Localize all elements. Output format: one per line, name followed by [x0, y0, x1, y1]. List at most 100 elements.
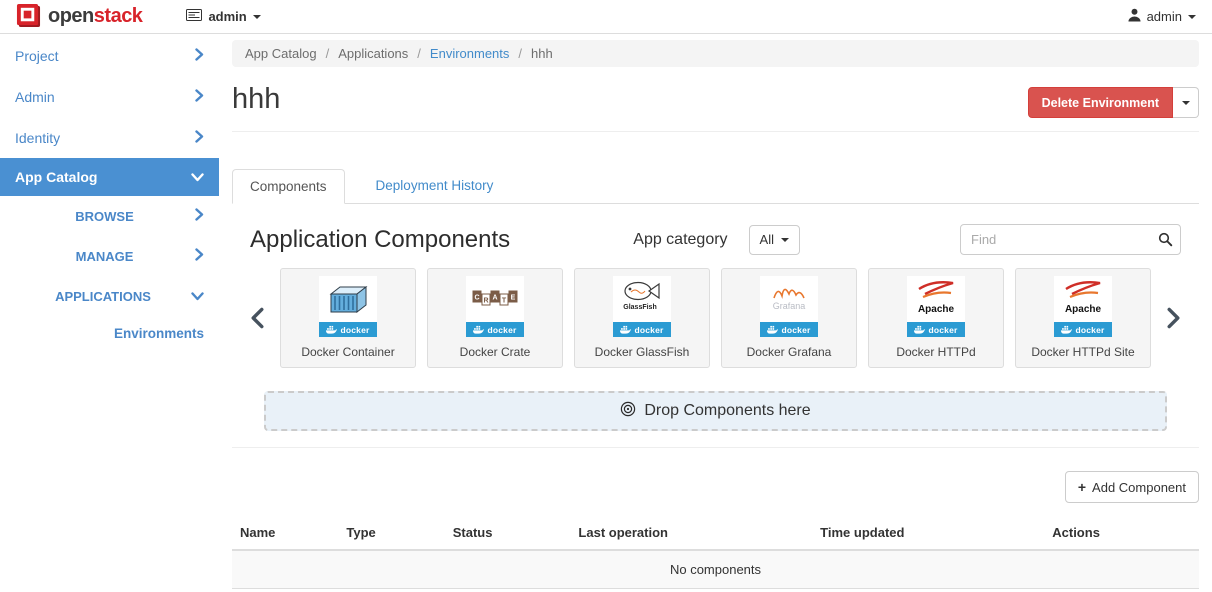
- openstack-logo[interactable]: openstack: [16, 3, 142, 31]
- component-tile[interactable]: Grafana docker Docker Grafana: [721, 268, 857, 368]
- svg-text:GlassFish: GlassFish: [623, 304, 656, 311]
- docker-banner: docker: [1054, 322, 1112, 337]
- sidebar-item-environments[interactable]: Environments: [0, 316, 219, 350]
- openstack-cube-icon: [16, 3, 41, 31]
- find-search: [960, 224, 1181, 255]
- column-header: Status: [445, 517, 571, 550]
- component-logo-art: Apache: [1054, 276, 1112, 322]
- docker-whale-icon: [767, 322, 778, 337]
- chevron-down-icon: [1182, 101, 1190, 105]
- sidebar-item-browse[interactable]: BROWSE: [0, 196, 219, 236]
- tab-deployment-history[interactable]: Deployment History: [359, 169, 511, 203]
- breadcrumb-current: hhh: [531, 46, 553, 61]
- component-tile[interactable]: CRATE docker Docker Crate: [427, 268, 563, 368]
- tab-bar: Components Deployment History: [232, 169, 1199, 204]
- chevron-down-icon: [1188, 15, 1196, 19]
- project-context-switcher[interactable]: admin: [186, 9, 260, 24]
- user-icon: [1128, 8, 1141, 25]
- docker-whale-icon: [326, 322, 337, 337]
- add-component-button[interactable]: + Add Component: [1065, 471, 1199, 503]
- component-tile-label: Docker Grafana: [722, 345, 856, 359]
- svg-text:Apache: Apache: [918, 304, 955, 315]
- chevron-down-icon: [253, 15, 261, 19]
- sidebar-item-app-catalog[interactable]: App Catalog: [0, 158, 219, 196]
- components-table: NameTypeStatusLast operationTime updated…: [232, 517, 1199, 589]
- svg-text:R: R: [483, 298, 488, 305]
- component-logo: Grafana docker: [760, 276, 818, 337]
- sidebar-item-label: BROWSE: [15, 209, 194, 224]
- component-tile[interactable]: Apache docker Docker HTTPd Site: [1015, 268, 1151, 368]
- docker-banner: docker: [907, 322, 965, 337]
- sidebar-item-identity[interactable]: Identity: [0, 117, 219, 158]
- docker-banner: docker: [466, 322, 524, 337]
- carousel-prev-button[interactable]: [250, 307, 280, 329]
- sidebar-item-project[interactable]: Project: [0, 35, 219, 76]
- component-logo: Apache docker: [1054, 276, 1112, 337]
- title-divider: [232, 131, 1199, 132]
- sidebar-item-label: APPLICATIONS: [15, 289, 191, 304]
- table-header-row: NameTypeStatusLast operationTime updated…: [232, 517, 1199, 550]
- chevron-down-icon: [191, 289, 204, 304]
- chevron-right-icon: [194, 89, 204, 105]
- component-tile-label: Docker Container: [281, 345, 415, 359]
- sidebar-item-label: Admin: [15, 89, 55, 105]
- delete-environment-dropdown-toggle[interactable]: [1173, 87, 1199, 118]
- user-menu[interactable]: admin: [1128, 8, 1196, 25]
- docker-whale-icon: [473, 322, 484, 337]
- sidebar-item-label: Environments: [114, 326, 204, 341]
- component-tile-label: Docker Crate: [428, 345, 562, 359]
- docker-banner-label: docker: [1075, 325, 1104, 335]
- breadcrumb-environments-link[interactable]: Environments: [430, 46, 509, 61]
- chevron-right-icon: [194, 130, 204, 146]
- sidebar-item-applications[interactable]: APPLICATIONS: [0, 276, 219, 316]
- tab-components[interactable]: Components: [232, 169, 345, 204]
- chevron-right-icon: [194, 208, 204, 224]
- docker-banner-label: docker: [781, 325, 810, 335]
- app-category-label: App category: [633, 231, 727, 249]
- top-navbar: openstack admin admin: [0, 0, 1212, 34]
- component-tile[interactable]: docker Docker Container: [280, 268, 416, 368]
- chevron-right-icon: [194, 248, 204, 264]
- column-header: Last operation: [570, 517, 812, 550]
- breadcrumb-separator: /: [518, 46, 522, 61]
- component-tile-label: Docker GlassFish: [575, 345, 709, 359]
- sidebar-nav: Project Admin Identity App Catalog BROWS…: [0, 35, 219, 592]
- main-content: App Catalog / Applications / Environment…: [219, 35, 1212, 592]
- search-icon[interactable]: [1158, 232, 1173, 250]
- table-empty-row: No components: [232, 550, 1199, 589]
- sidebar-item-admin[interactable]: Admin: [0, 76, 219, 117]
- component-tile[interactable]: Apache docker Docker HTTPd: [868, 268, 1004, 368]
- svg-text:E: E: [511, 295, 516, 302]
- component-logo-art: CRATE: [466, 276, 524, 322]
- svg-text:A: A: [492, 295, 497, 302]
- component-logo-art: GlassFish: [613, 276, 671, 322]
- application-components-heading: Application Components: [250, 226, 510, 254]
- sidebar-item-label: App Catalog: [15, 169, 97, 185]
- component-logo-art: [319, 276, 377, 322]
- find-input[interactable]: [960, 224, 1181, 255]
- column-header: Type: [338, 517, 444, 550]
- delete-environment-button[interactable]: Delete Environment: [1028, 87, 1173, 118]
- project-list-icon: [186, 9, 202, 24]
- sidebar-item-manage[interactable]: MANAGE: [0, 236, 219, 276]
- drop-components-zone[interactable]: Drop Components here: [264, 391, 1167, 431]
- component-tile[interactable]: GlassFish docker Docker GlassFish: [574, 268, 710, 368]
- user-label: admin: [1147, 9, 1182, 24]
- app-category-dropdown[interactable]: All: [749, 225, 800, 255]
- docker-banner: docker: [760, 322, 818, 337]
- component-logo: CRATE docker: [466, 276, 524, 337]
- chevron-down-icon: [781, 238, 789, 242]
- sidebar-item-label: Identity: [15, 130, 60, 146]
- docker-whale-icon: [1061, 322, 1072, 337]
- add-component-label: Add Component: [1092, 480, 1186, 495]
- target-icon: [620, 401, 636, 422]
- chevron-right-icon: [194, 48, 204, 64]
- svg-text:Grafana: Grafana: [773, 301, 806, 311]
- carousel-next-button[interactable]: [1151, 307, 1181, 329]
- component-tile-label: Docker HTTPd: [869, 345, 1003, 359]
- components-carousel: docker Docker Container CRATE doc: [250, 268, 1181, 368]
- components-panel: Application Components App category All: [232, 224, 1199, 431]
- breadcrumb: App Catalog / Applications / Environment…: [232, 40, 1199, 67]
- chevron-down-icon: [191, 169, 204, 185]
- component-logo: Apache docker: [907, 276, 965, 337]
